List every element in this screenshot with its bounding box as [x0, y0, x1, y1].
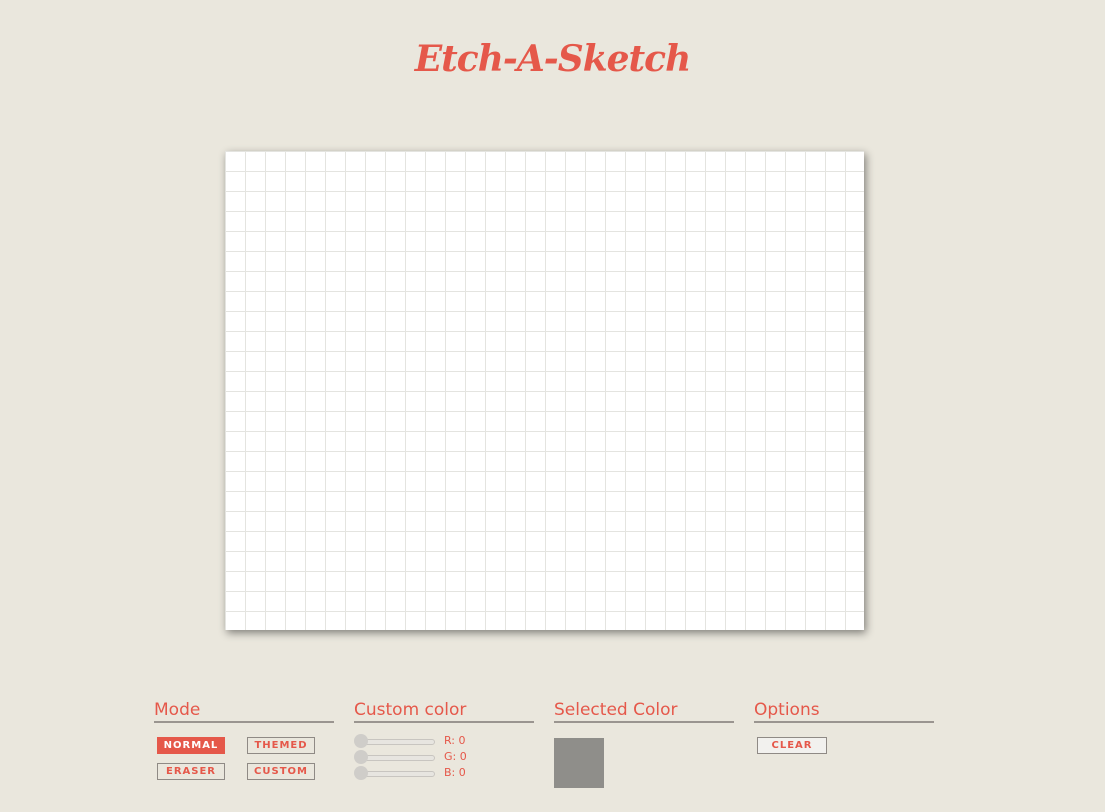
mode-panel: Mode NORMAL THEMED ERASER CUSTOM	[154, 700, 334, 780]
selected-color-heading: Selected Color	[554, 700, 734, 723]
red-slider-row: R: 0	[354, 734, 534, 748]
eraser-mode-button[interactable]: ERASER	[157, 763, 225, 780]
clear-button[interactable]: CLEAR	[757, 737, 827, 754]
custom-color-panel: Custom color R: 0 G: 0 B: 0	[354, 700, 534, 780]
custom-mode-button[interactable]: CUSTOM	[247, 763, 315, 780]
green-value-label: G: 0	[444, 750, 467, 763]
green-slider-row: G: 0	[354, 750, 534, 764]
selected-color-swatch	[554, 738, 604, 788]
red-value-label: R: 0	[444, 734, 466, 747]
selected-color-panel: Selected Color	[554, 700, 734, 788]
sketch-grid[interactable]	[225, 151, 864, 630]
mode-heading: Mode	[154, 700, 334, 723]
green-slider-thumb[interactable]	[354, 750, 368, 764]
green-slider[interactable]	[360, 755, 435, 761]
blue-value-label: B: 0	[444, 766, 466, 779]
options-panel: Options CLEAR	[754, 700, 934, 754]
blue-slider-row: B: 0	[354, 766, 534, 780]
red-slider[interactable]	[360, 739, 435, 745]
blue-slider-thumb[interactable]	[354, 766, 368, 780]
normal-mode-button[interactable]: NORMAL	[157, 737, 225, 754]
options-heading: Options	[754, 700, 934, 723]
custom-color-heading: Custom color	[354, 700, 534, 723]
themed-mode-button[interactable]: THEMED	[247, 737, 315, 754]
red-slider-thumb[interactable]	[354, 734, 368, 748]
blue-slider[interactable]	[360, 771, 435, 777]
app-title: Etch-A-Sketch	[414, 38, 692, 80]
